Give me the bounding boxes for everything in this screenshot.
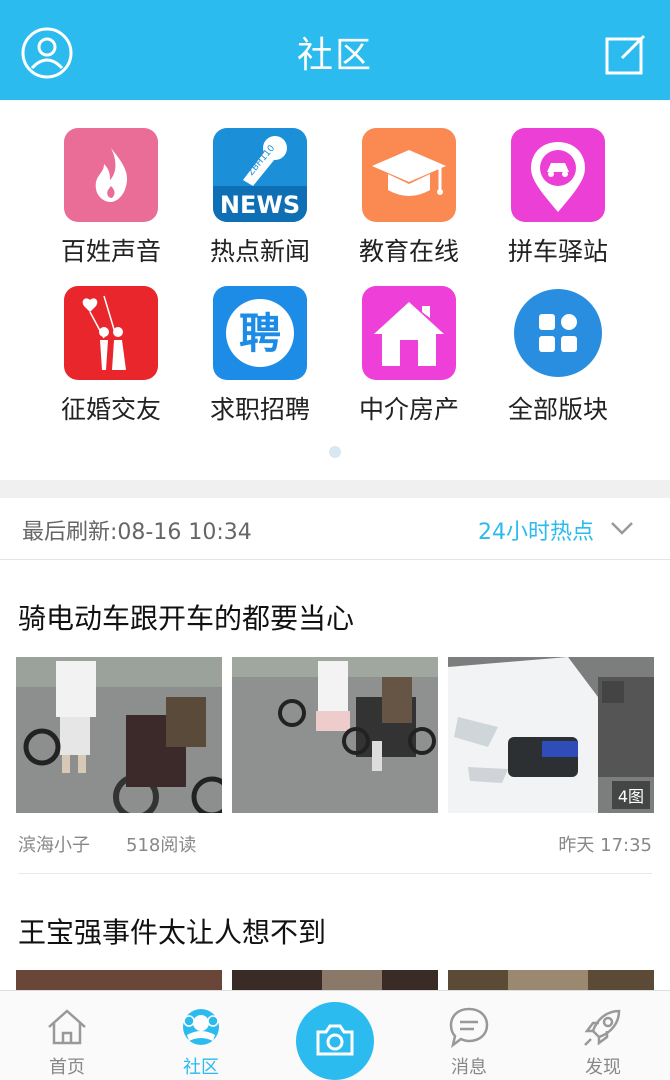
post-time: 昨天 17:35	[558, 835, 652, 856]
all-sections-icon	[514, 289, 602, 377]
tab-messages[interactable]: 消息	[402, 991, 536, 1080]
post-image[interactable]	[16, 970, 222, 990]
house-icon	[362, 286, 456, 380]
post-meta: 滨海小子 518阅读 昨天 17:35	[18, 831, 652, 861]
car-pin-icon	[511, 128, 605, 222]
category-label: 百姓声音	[60, 237, 161, 266]
category-all[interactable]: 全部版块	[483, 286, 633, 436]
post-image-row	[16, 970, 654, 990]
category-dating[interactable]: 征婚交友	[36, 286, 186, 436]
home-icon	[45, 1005, 89, 1049]
refresh-bar: 最后刷新:08-16 10:34 24小时热点	[0, 498, 670, 560]
category-realestate[interactable]: 中介房产	[334, 286, 484, 436]
message-icon	[447, 1005, 491, 1049]
chevron-down-icon[interactable]	[610, 518, 634, 538]
couple-balloons-icon	[64, 286, 158, 380]
category-label: 征婚交友	[60, 395, 161, 424]
post-image[interactable]	[232, 657, 438, 813]
hot-filter-dropdown[interactable]: 24小时热点	[478, 514, 594, 546]
category-carpool[interactable]: 拼车驿站	[483, 128, 633, 278]
post-image[interactable]	[232, 970, 438, 990]
post-title[interactable]: 王宝强事件太让人想不到	[18, 911, 326, 951]
tab-label: 消息	[451, 1057, 487, 1078]
community-icon	[179, 1005, 223, 1049]
top-bar: 社区	[0, 0, 670, 100]
category-label: 求职招聘	[209, 395, 310, 424]
camera-button[interactable]	[296, 1002, 374, 1080]
category-jobs[interactable]: 聘 求职招聘	[185, 286, 335, 436]
compose-icon[interactable]	[604, 32, 648, 76]
category-baixing[interactable]: 百姓声音	[36, 128, 186, 278]
page-indicator-dot[interactable]	[329, 446, 341, 458]
category-label: 拼车驿站	[507, 237, 608, 266]
category-label: 中介房产	[358, 395, 459, 424]
tab-label: 发现	[585, 1057, 621, 1078]
recruit-icon: 聘	[213, 286, 307, 380]
image-count-badge: 4图	[611, 781, 650, 809]
tab-label: 社区	[183, 1057, 219, 1078]
category-education[interactable]: 教育在线	[334, 128, 484, 278]
post-read-count: 518阅读	[126, 835, 197, 856]
category-news[interactable]: ZBH110 NEWS 热点新闻	[185, 128, 335, 278]
post-divider	[18, 873, 652, 874]
graduation-cap-icon	[362, 128, 456, 222]
category-label: 教育在线	[358, 237, 459, 266]
camera-icon	[316, 1024, 354, 1056]
post-author[interactable]: 滨海小子	[18, 831, 90, 857]
last-refresh-time: 最后刷新:08-16 10:34	[22, 520, 252, 545]
category-label: 全部版块	[507, 395, 608, 424]
post-image[interactable]	[448, 970, 654, 990]
post-image-row: 4图	[16, 657, 654, 813]
page-title: 社区	[296, 35, 373, 76]
tab-label: 首页	[49, 1057, 85, 1078]
post-image[interactable]	[16, 657, 222, 813]
post-image[interactable]: 4图	[448, 657, 654, 813]
category-grid: 百姓声音 ZBH110 NEWS 热点新闻 教育在线 拼车驿站 征婚交友 聘 求…	[0, 100, 670, 480]
category-label: 热点新闻	[209, 237, 310, 266]
post-title[interactable]: 骑电动车跟开车的都要当心	[18, 597, 354, 637]
flame-icon	[64, 128, 158, 222]
section-separator	[0, 480, 670, 498]
tab-community[interactable]: 社区	[134, 991, 268, 1080]
rocket-icon	[581, 1005, 625, 1049]
tab-discover[interactable]: 发现	[536, 991, 670, 1080]
news-microphone-icon: ZBH110 NEWS	[213, 128, 307, 222]
svg-text:聘: 聘	[239, 309, 281, 358]
tab-home[interactable]: 首页	[0, 991, 134, 1080]
svg-text:NEWS: NEWS	[220, 191, 300, 219]
